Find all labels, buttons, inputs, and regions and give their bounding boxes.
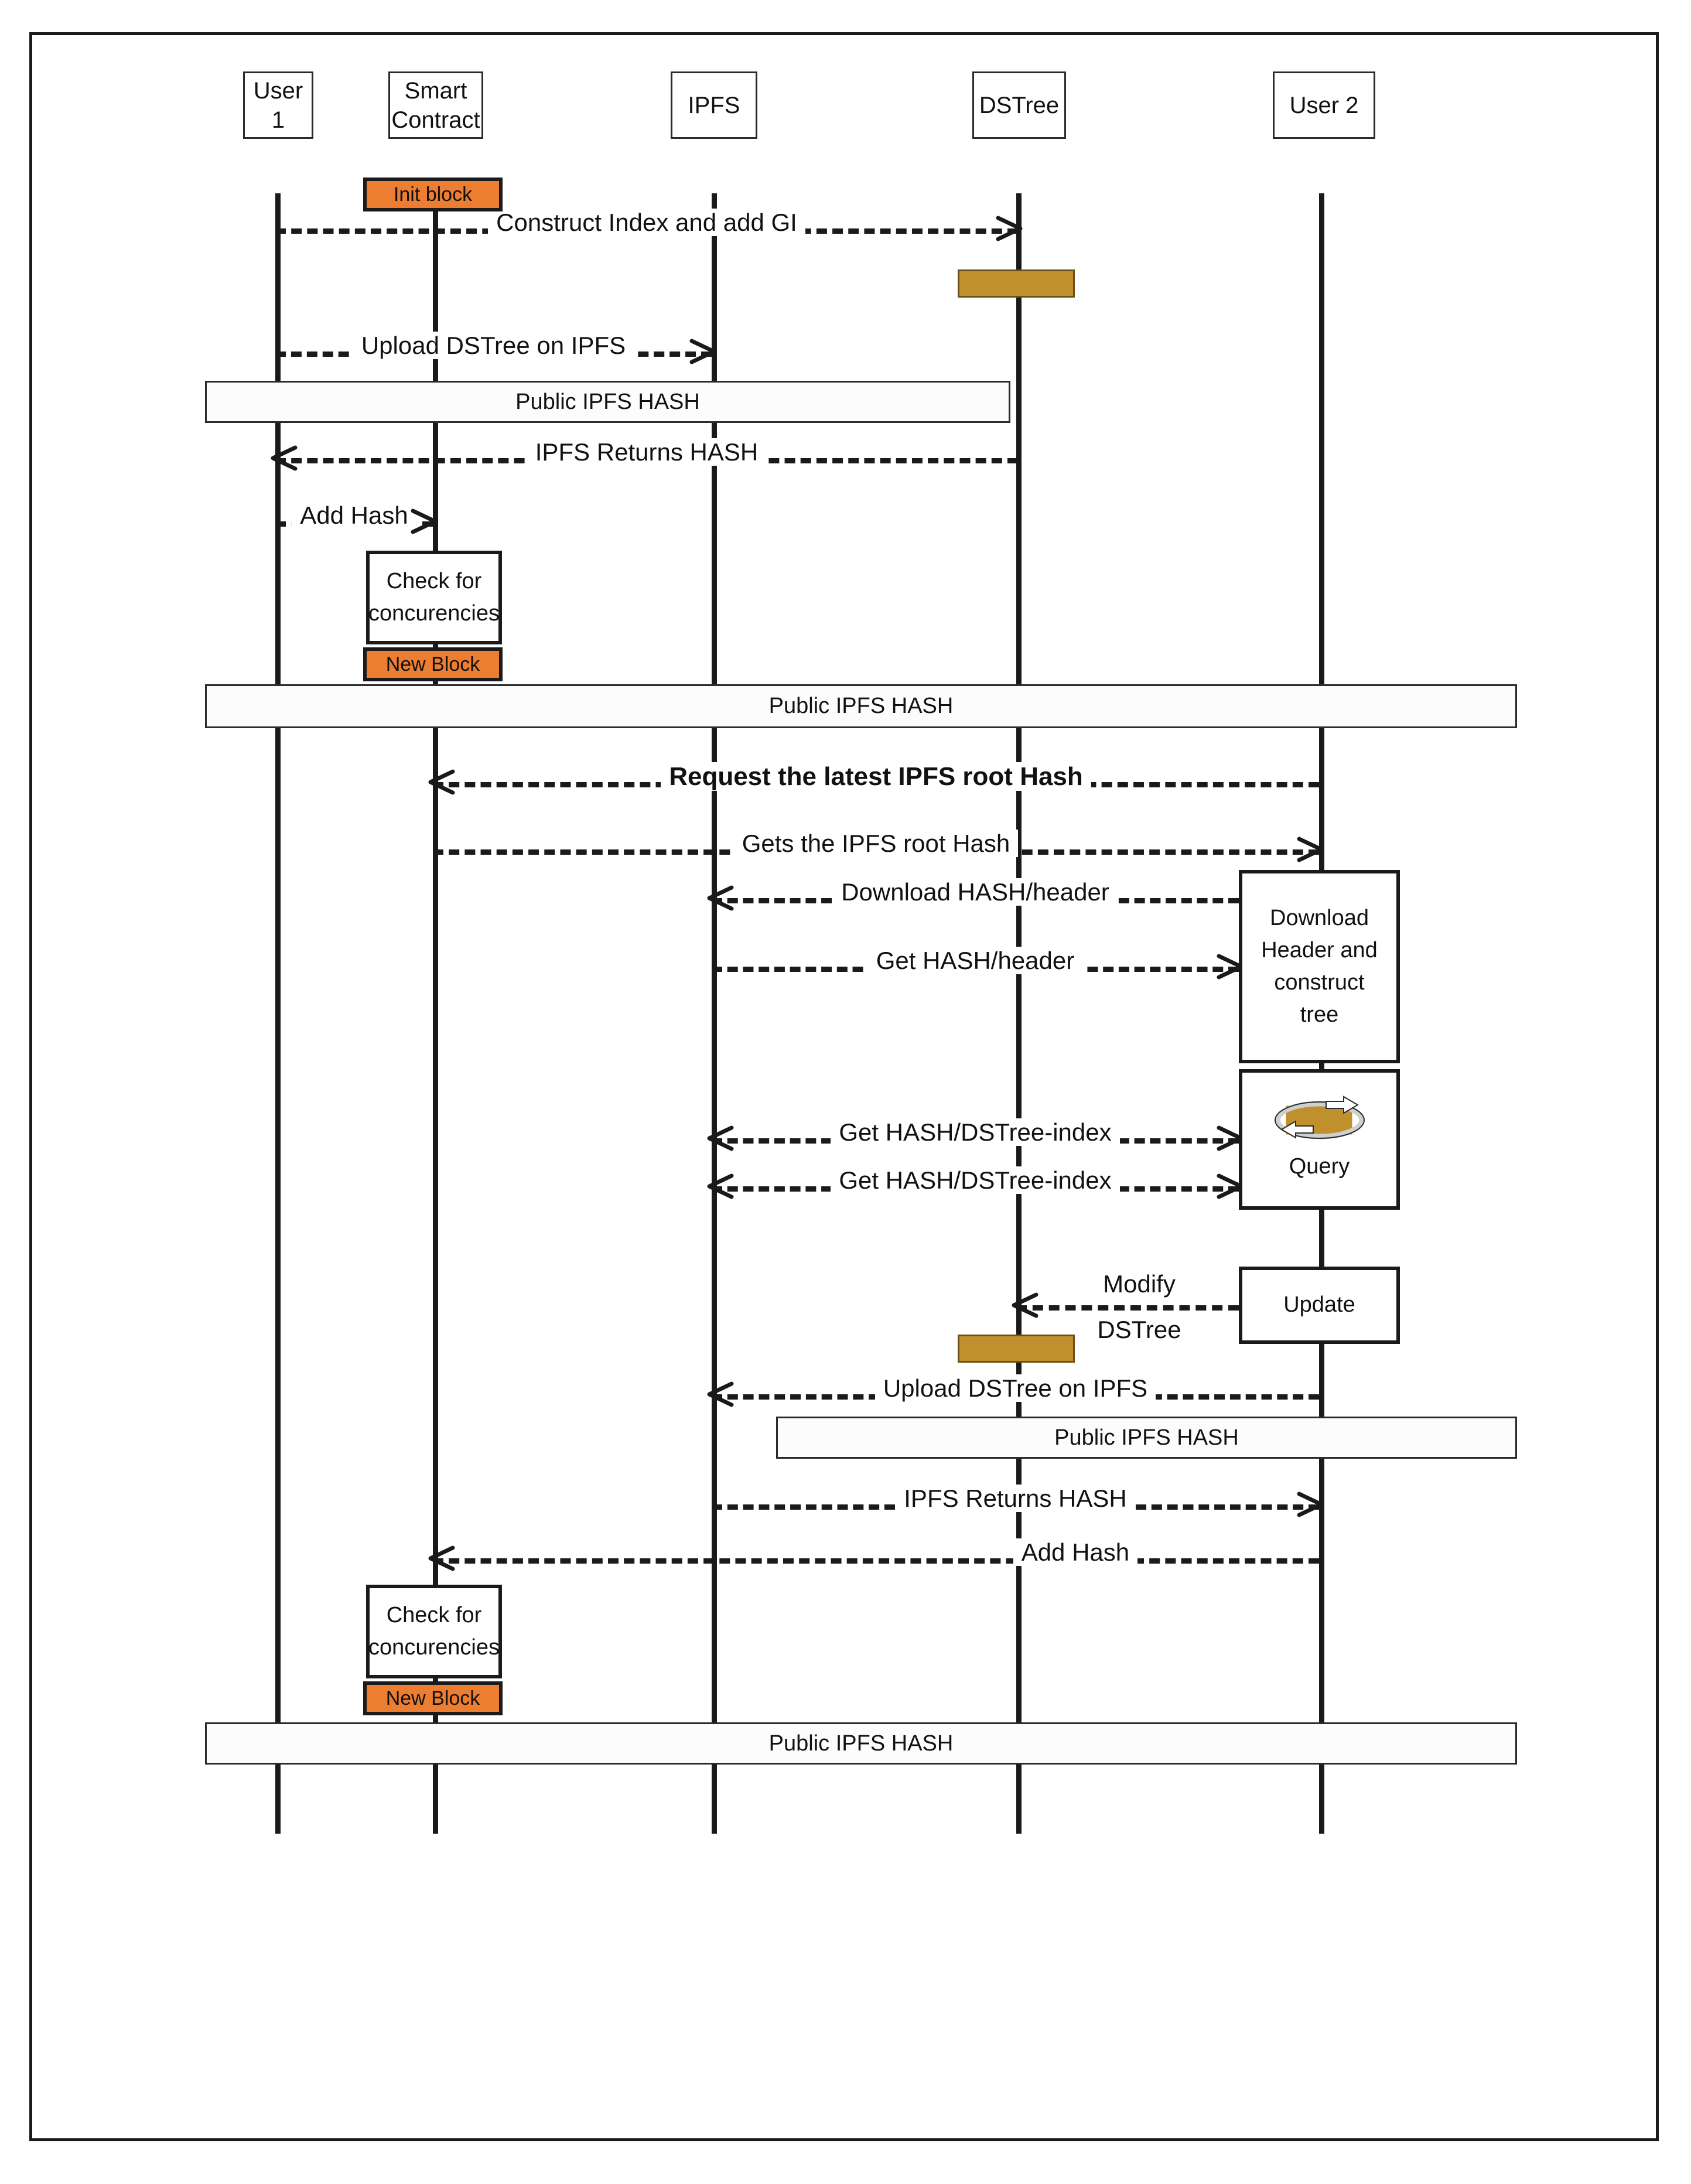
message-label-download-hash-header: Download HASH/header <box>833 878 1118 906</box>
public-hash-band-4: Public IPFS HASH <box>205 1722 1517 1765</box>
message-line <box>1016 1305 1239 1311</box>
arrow-head-left <box>1009 1290 1040 1320</box>
message-label-request-root-hash: Request the latest IPFS root Hash <box>661 762 1091 791</box>
block-new-block-2: New Block <box>363 1681 503 1715</box>
actor-label-user2: User 2 <box>1289 92 1359 118</box>
arrow-head-right <box>688 336 719 367</box>
message-label-wrap: Request the latest IPFS root Hash <box>433 762 1319 791</box>
public-hash-band-1-label: Public IPFS HASH <box>515 389 700 414</box>
message-label-wrap: Gets the IPFS root Hash <box>433 830 1319 858</box>
block-init-block: Init block <box>363 178 503 211</box>
arrow-head-left <box>705 1171 735 1202</box>
arrow-head-left <box>426 767 456 797</box>
message-label-wrap: Download HASH/header <box>712 878 1239 906</box>
process-label-query: Query <box>1289 1154 1350 1179</box>
process-label-line2: concurencies <box>368 1635 500 1660</box>
activation-dstree-2 <box>958 1335 1075 1363</box>
diagram-frame: User 1 Smart Contract IPFS DSTree User 2… <box>29 32 1659 2141</box>
actor-header-ipfs: IPFS <box>671 71 757 139</box>
actor-label-contract-line1: Smart <box>404 77 467 104</box>
public-hash-band-2: Public IPFS HASH <box>205 684 1517 728</box>
block-new-block-2-label: New Block <box>385 1687 480 1709</box>
block-new-block-1-label: New Block <box>385 653 480 675</box>
process-label-update: Update <box>1283 1292 1355 1318</box>
arrow-head-right <box>1296 834 1326 865</box>
message-label-wrap: Upload DSTree on IPFS <box>275 332 712 360</box>
actor-header-contract: Smart Contract <box>388 71 483 139</box>
arrow-head-left <box>705 1123 735 1154</box>
process-update: Update <box>1239 1267 1400 1344</box>
message-label-get-hash-dstree-index-2: Get HASH/DSTree-index <box>831 1166 1120 1194</box>
activation-dstree-1 <box>958 269 1075 298</box>
actor-label-dstree: DSTree <box>979 92 1060 118</box>
actor-label-contract-line2: Contract <box>391 107 480 133</box>
arrow-head-left <box>705 1379 735 1410</box>
message-label-wrap: Get HASH/DSTree-index <box>712 1118 1239 1146</box>
arrow-head-left <box>268 443 299 473</box>
arrow-head-right <box>1296 1489 1326 1520</box>
message-label-wrap: Construct Index and add GI <box>275 209 1018 237</box>
process-download-header-construct-tree: Download Header and construct tree <box>1239 870 1400 1063</box>
diagram-canvas: User 1 Smart Contract IPFS DSTree User 2… <box>0 0 1691 2184</box>
message-label-wrap: Get HASH/header <box>712 947 1239 975</box>
message-label-get-hash-dstree-index-1: Get HASH/DSTree-index <box>831 1118 1120 1146</box>
arrow-head-left <box>426 1543 456 1574</box>
modify-dstree-line2-text: DSTree <box>1092 1316 1186 1343</box>
block-init-block-label: Init block <box>393 183 473 206</box>
message-label-get-hash-header: Get HASH/header <box>867 947 1083 974</box>
actor-header-dstree: DSTree <box>972 71 1066 139</box>
process-label-line2: Header and <box>1261 937 1378 963</box>
process-label-line3: construct <box>1274 970 1365 995</box>
message-label-gets-root-hash: Gets the IPFS root Hash <box>733 830 1019 857</box>
message-label-wrap: Add Hash <box>832 1538 1319 1567</box>
arrow-head-left <box>705 883 735 913</box>
arrow-head-right <box>995 213 1025 244</box>
message-label-construct-index: Construct Index and add GI <box>488 209 805 236</box>
actor-header-user1: User 1 <box>243 71 313 139</box>
message-label-add-hash-2: Add Hash <box>1013 1538 1138 1566</box>
message-label-ipfs-returns-hash-1: IPFS Returns HASH <box>527 438 767 466</box>
actor-label-user1: User 1 <box>253 77 303 133</box>
arrow-head-right <box>409 506 440 537</box>
block-new-block-1: New Block <box>363 647 503 681</box>
public-hash-band-3: Public IPFS HASH <box>776 1417 1517 1459</box>
process-label-line4: tree <box>1300 1002 1339 1028</box>
message-label-wrap: Get HASH/DSTree-index <box>712 1166 1239 1195</box>
public-hash-band-2-label: Public IPFS HASH <box>768 694 954 718</box>
message-label-modify-dstree-line1: Modify <box>1051 1271 1227 1298</box>
message-label-add-hash-1: Add Hash <box>292 501 416 529</box>
public-hash-band-4-label: Public IPFS HASH <box>768 1731 954 1756</box>
actor-label-ipfs: IPFS <box>688 92 740 118</box>
process-label-line1: Download <box>1270 905 1369 930</box>
process-check-concurrencies-2: Check for concurencies <box>366 1585 502 1678</box>
message-label-wrap: IPFS Returns HASH <box>275 438 1018 466</box>
process-label-line1: Check for <box>386 1602 482 1627</box>
message-label-wrap: IPFS Returns HASH <box>712 1485 1319 1513</box>
process-label-line2: concurencies <box>368 601 500 626</box>
message-label-wrap: Upload DSTree on IPFS <box>712 1374 1319 1402</box>
process-query: Query <box>1239 1069 1400 1210</box>
public-hash-band-1: Public IPFS HASH <box>205 381 1010 423</box>
modify-dstree-line1-text: Modify <box>1098 1271 1180 1298</box>
message-label-ipfs-returns-hash-2: IPFS Returns HASH <box>896 1485 1135 1512</box>
public-hash-band-3-label: Public IPFS HASH <box>1054 1425 1239 1450</box>
process-label-line1: Check for <box>386 568 482 593</box>
query-refresh-icon <box>1270 1096 1369 1146</box>
message-label-upload-dstree-2: Upload DSTree on IPFS <box>874 1374 1156 1402</box>
message-label-upload-dstree-1: Upload DSTree on IPFS <box>353 332 634 359</box>
message-label-modify-dstree-line2: DSTree <box>1051 1316 1227 1343</box>
actor-header-user2: User 2 <box>1273 71 1375 139</box>
process-check-concurrencies-1: Check for concurencies <box>366 551 502 644</box>
